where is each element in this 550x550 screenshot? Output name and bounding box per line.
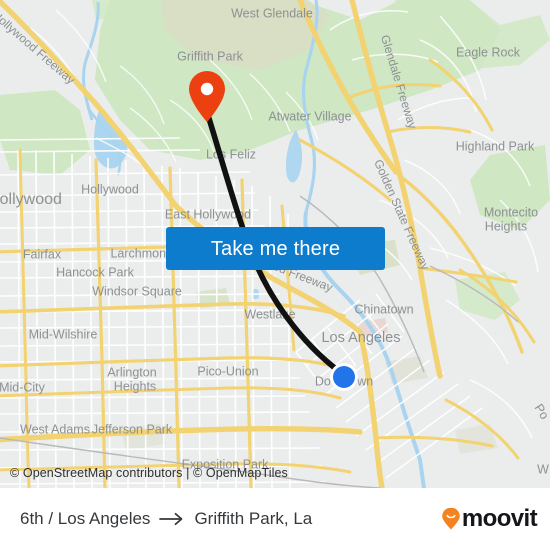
map-label: Atwater Village <box>268 109 351 123</box>
map-label: Heights <box>114 379 156 393</box>
map-label: Hollywood <box>0 191 62 208</box>
trip-summary: 6th / Los Angeles Griffith Park, La <box>20 509 312 529</box>
moovit-wordmark: moovit <box>461 505 538 532</box>
map-label: Montecito <box>484 205 538 219</box>
map-label: Los Feliz <box>206 147 256 161</box>
moovit-logo[interactable]: moovit <box>441 505 538 532</box>
map-label: Hancock Park <box>56 265 135 279</box>
map-label: Pico-Union <box>197 364 258 378</box>
trip-destination-label: Griffith Park, La <box>194 509 313 528</box>
map-label: West Glendale <box>231 6 313 20</box>
map-label: Los Angeles <box>321 330 400 346</box>
moovit-trip-map-screen: West Glendale Griffith Park Eagle Rock Holl… <box>0 0 550 550</box>
map-label: Highland Park <box>456 139 535 153</box>
map-label: W <box>537 462 549 476</box>
map-label: Griffith Park <box>177 49 244 63</box>
map-label: Mid-City <box>0 380 46 394</box>
map-label: Eagle Rock <box>456 45 521 59</box>
origin-marker[interactable] <box>330 363 358 391</box>
map-label: Windsor Square <box>92 284 182 298</box>
trip-origin-label: 6th / Los Angeles <box>20 509 151 528</box>
map-label: Hollywood <box>81 182 139 196</box>
take-me-there-button[interactable]: Take me there <box>166 227 385 270</box>
moovit-pin-icon <box>441 508 461 530</box>
map-label: Heights <box>485 219 527 233</box>
map-attribution: © OpenStreetMap contributors | © OpenMap… <box>10 466 288 480</box>
map-label: Larchmont <box>110 246 170 260</box>
arrow-right-icon <box>159 512 185 526</box>
map-label: Chinatown <box>354 302 413 316</box>
map-label: Fairfax <box>23 247 62 261</box>
map-label: Arlington <box>107 365 156 379</box>
map-label: West Adams <box>20 422 90 436</box>
map-label: Mid-Wilshire <box>29 327 98 341</box>
footer-bar: 6th / Los Angeles Griffith Park, La moov… <box>0 488 550 550</box>
map-label: Jefferson Park <box>92 422 173 436</box>
